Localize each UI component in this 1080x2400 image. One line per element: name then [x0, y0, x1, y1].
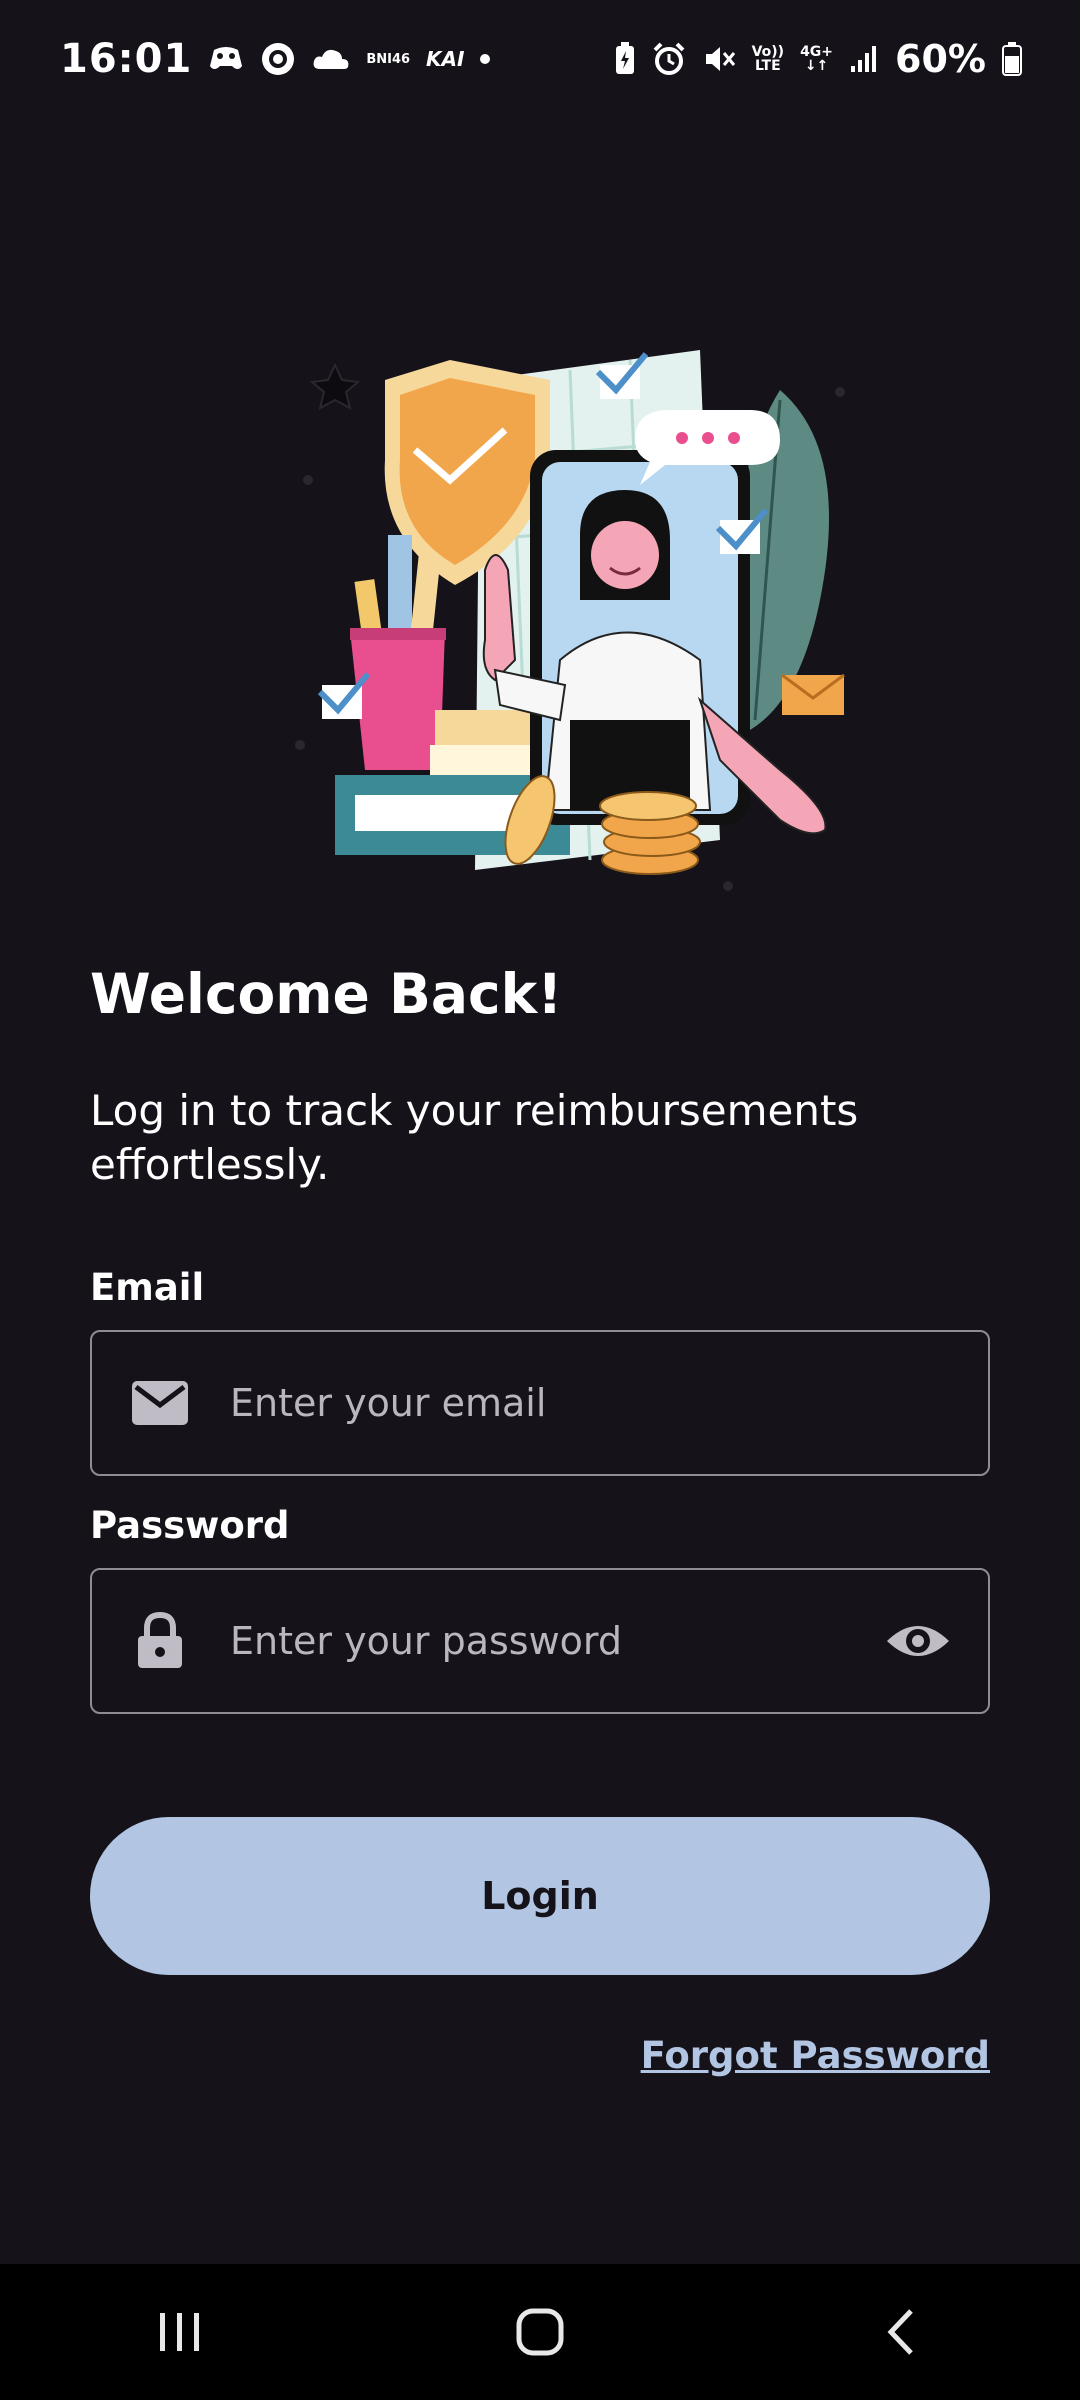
home-button[interactable]	[480, 2282, 600, 2382]
recent-apps-button[interactable]	[120, 2282, 240, 2382]
volte-bottom: LTE	[754, 58, 781, 74]
password-label: Password	[90, 1504, 290, 1547]
lock-icon	[128, 1612, 192, 1670]
status-right: Vo)) LTE 4G+ ↓↑ 60%	[614, 37, 1022, 81]
welcome-subtitle: Log in to track your reimbursements effo…	[90, 1086, 859, 1189]
volte-indicator: Vo)) LTE	[752, 45, 784, 73]
status-time: 16:01	[60, 36, 193, 82]
password-input[interactable]	[228, 1569, 878, 1713]
data-indicator: 4G+ ↓↑	[800, 44, 834, 74]
target-app-icon	[260, 41, 296, 77]
more-notifications-dot	[480, 54, 491, 64]
email-label: Email	[90, 1266, 205, 1309]
mute-icon	[702, 42, 736, 76]
data-type: 4G+	[800, 44, 834, 60]
welcome-title: Welcome Back!	[90, 962, 563, 1026]
signal-icon	[849, 44, 879, 74]
mail-icon	[128, 1379, 192, 1427]
battery-icon	[1002, 42, 1022, 76]
bni-label: BNI46	[366, 51, 411, 67]
game-controller-icon	[208, 44, 244, 74]
cloud-icon	[312, 47, 350, 71]
password-field-container[interactable]	[90, 1568, 990, 1714]
back-button[interactable]	[840, 2282, 960, 2382]
kai-label: KAI	[426, 47, 465, 71]
email-field-container[interactable]	[90, 1330, 990, 1476]
login-illustration	[280, 340, 860, 900]
status-left: 16:01 BNI46 KAI	[60, 36, 491, 82]
login-button[interactable]: Login	[90, 1817, 990, 1975]
eye-icon[interactable]	[878, 1619, 958, 1663]
forgot-password-link[interactable]: Forgot Password	[641, 2034, 990, 2077]
system-nav-bar	[0, 2264, 1080, 2400]
status-bar: 16:01 BNI46 KAI Vo)) LTE 4G+ ↓↑ 60%	[0, 0, 1080, 118]
battery-saver-icon	[614, 42, 636, 76]
battery-percent: 60%	[895, 37, 986, 81]
alarm-icon	[652, 42, 686, 76]
email-input[interactable]	[228, 1331, 988, 1475]
